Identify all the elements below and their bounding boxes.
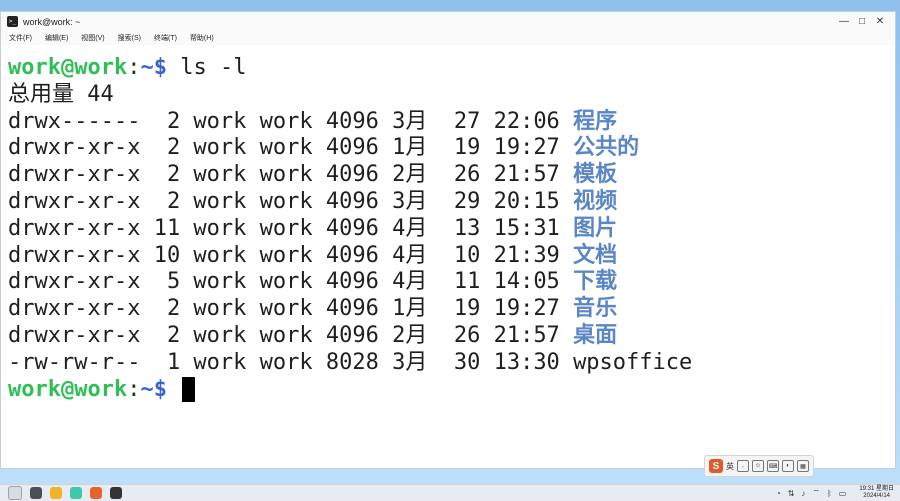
browser-icon[interactable] [50,487,62,499]
listing-row: drwx------ 2 work work 4096 3月 27 22:06 … [8,109,895,136]
punctuation-icon[interactable]: , [737,460,749,472]
menu-file[interactable]: 文件(F) [9,33,32,43]
entry-name: 公共的 [573,135,640,161]
clock[interactable]: 19:31 星期日 2024/4/14 [859,486,894,500]
text-cursor [182,377,196,403]
keyboard-icon[interactable]: ⌨ [767,460,779,472]
prompt-path: ~$ [140,376,167,402]
listing-row: -rw-rw-r-- 1 work work 8028 3月 30 13:30 … [8,350,895,377]
command-line: work@work:~$ ls -l [8,55,895,82]
window-controls: — □ ✕ [835,16,889,27]
ime-mode-label[interactable]: 英 [726,461,734,472]
menu-bar: 文件(F) 编辑(E) 视图(V) 搜索(S) 终端(T) 帮助(H) [1,31,895,46]
close-icon[interactable]: ✕ [871,16,889,27]
prompt-colon: : [127,55,141,80]
wifi-icon[interactable]: ⌔ [812,488,820,498]
listing-row: drwxr-xr-x 5 work work 4096 4月 11 14:05 … [8,269,895,296]
active-prompt-line: work@work:~$ [8,377,895,404]
menu-view[interactable]: 视图(V) [81,33,104,43]
entry-name: 下载 [573,269,618,295]
skin-icon[interactable]: ◐ [782,460,794,472]
prompt-path: ~$ [140,55,167,80]
prompt-user: work@work [8,376,128,402]
listing-row: drwxr-xr-x 11 work work 4096 4月 13 15:31… [8,216,895,243]
bluetooth-icon[interactable]: ᛒ [827,489,832,498]
terminal-taskbar-icon[interactable] [70,487,82,499]
clock-time: 19:31 星期日 [859,486,894,492]
maximize-icon[interactable]: □ [853,16,871,27]
notification-icon[interactable]: ◔ [776,489,781,498]
emoji-icon[interactable]: ☺ [752,460,764,472]
menu-terminal[interactable]: 终端(T) [154,33,177,43]
listing-row: drwxr-xr-x 2 work work 4096 2月 26 21:57 … [8,323,895,350]
entry-meta: drwxr-xr-x 10 work work 4096 4月 10 21:39 [8,242,574,268]
menu-edit[interactable]: 编辑(E) [45,33,68,43]
listing-row: drwxr-xr-x 2 work work 4096 1月 19 19:27 … [8,296,895,323]
entry-meta: drwxr-xr-x 2 work work 4096 1月 19 19:27 [8,296,574,322]
entry-name: 视频 [573,188,618,214]
prompt-user: work@work [8,55,128,80]
launcher-icon[interactable] [8,486,22,500]
entry-meta: drwxr-xr-x 11 work work 4096 4月 13 15:31 [8,215,574,241]
entry-meta: drwxr-xr-x 2 work work 4096 2月 26 21:57 [8,322,574,348]
minimize-icon[interactable]: — [835,16,853,27]
listing-row: drwxr-xr-x 2 work work 4096 1月 19 19:27 … [8,135,895,162]
total-line: 总用量 44 [8,81,114,107]
entry-meta: drwxr-xr-x 2 work work 4096 1月 19 19:27 [8,135,574,161]
clock-date: 2024/4/14 [863,493,890,499]
wps-icon[interactable] [90,487,102,499]
entry-meta: drwxr-xr-x 5 work work 4096 4月 11 14:05 [8,269,574,295]
command-text: ls -l [166,55,247,80]
entry-meta: drwxr-xr-x 2 work work 4096 2月 26 21:57 [8,162,574,188]
listing-row: drwxr-xr-x 2 work work 4096 3月 29 20:15 … [8,189,895,216]
battery-icon[interactable]: ▭ [839,489,847,498]
menu-help[interactable]: 帮助(H) [190,33,214,43]
window-title: work@work: ~ [23,16,81,27]
entry-meta: drwxr-xr-x 2 work work 4096 3月 29 20:15 [8,188,574,214]
toolbox-icon[interactable]: ▦ [797,460,809,472]
entry-name: 文档 [573,242,618,268]
prompt-colon: : [127,376,141,402]
entry-name: wpsoffice [573,349,693,375]
entry-name: 桌面 [573,322,618,348]
ime-toolbar[interactable]: S 英 , ☺ ⌨ ◐ ▦ [704,455,814,477]
entry-name: 音乐 [573,296,618,322]
listing-row: drwxr-xr-x 2 work work 4096 2月 26 21:57 … [8,162,895,189]
taskbar: ◔ ⇅ ♪ ⌔ ᛒ ▭ 19:31 星期日 2024/4/14 [0,484,900,501]
title-bar[interactable]: >_ work@work: ~ — □ ✕ [1,12,895,31]
terminal-output[interactable]: work@work:~$ ls -l 总用量 44 drwx------ 2 w… [1,45,895,468]
ime-logo-icon[interactable]: S [709,459,723,473]
files-icon[interactable] [30,487,42,499]
entry-name: 程序 [573,108,618,134]
entry-name: 图片 [573,215,618,241]
menu-search[interactable]: 搜索(S) [118,33,141,43]
terminal-app-icon: >_ [7,16,18,27]
network-icon[interactable]: ⇅ [788,489,795,498]
entry-name: 模板 [573,162,618,188]
entry-meta: -rw-rw-r-- 1 work work 8028 3月 30 13:30 [8,349,574,375]
volume-icon[interactable]: ♪ [801,489,805,498]
settings-icon[interactable] [110,487,122,499]
listing-row: drwxr-xr-x 10 work work 4096 4月 10 21:39… [8,243,895,270]
entry-meta: drwx------ 2 work work 4096 3月 27 22:06 [8,108,574,134]
system-tray: ◔ ⇅ ♪ ⌔ ᛒ ▭ 19:31 星期日 2024/4/14 [776,486,900,500]
terminal-window: >_ work@work: ~ — □ ✕ 文件(F) 编辑(E) 视图(V) … [0,11,896,477]
